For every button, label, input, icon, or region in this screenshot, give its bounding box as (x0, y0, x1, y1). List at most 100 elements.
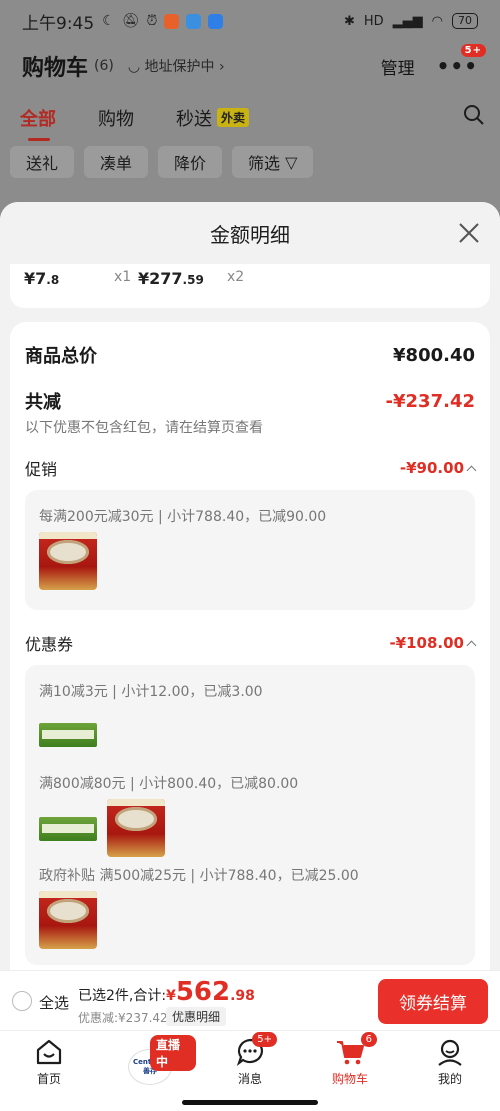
manage-button[interactable]: 管理 (381, 54, 415, 79)
shopping-cart-icon: 6 (335, 1032, 377, 1067)
product-thumbnail-giftbox[interactable] (39, 891, 97, 949)
total-reduction-label: 共减 (25, 392, 61, 413)
filter-more-label: 筛选 (248, 154, 281, 173)
more-badge: 5+ (460, 44, 486, 57)
amount-detail-sheet: 金额明细 ¥ 7 .8 x1 ¥ 277 .59 x2 商品总价 ¥800.40… (0, 202, 500, 1030)
select-all-label[interactable]: 全选 (39, 992, 69, 1013)
coupon-rule: 满10减3元 | 小计12.00，已减3.00 (39, 684, 263, 700)
more-dots-icon: ••• (436, 54, 478, 78)
total-price-row: 商品总价 ¥800.40 (25, 342, 475, 368)
more-button[interactable]: ••• 5+ (436, 44, 486, 78)
coupon-amount: -¥108.00 (389, 634, 464, 652)
dimmed-page-background: 上午9:45 ☾ 🔕︎ ⏰︎ ✱ HD ▂▄▆ ◠ 70 购物车 (6) ◡ 地… (0, 0, 500, 215)
nav-me-label: 我的 (437, 1072, 462, 1086)
item-price-int: 277 (149, 269, 183, 288)
coupon-rule: 满800减80元 | 小计800.40，已减80.00 (39, 776, 299, 792)
takeout-badge: 外卖 (217, 108, 250, 127)
alarm-icon: ⏰︎ (146, 13, 158, 29)
messages-badge: 5+ (252, 1032, 277, 1047)
live-badge: 直播中 (150, 1035, 196, 1071)
amount-detail-card: 商品总价 ¥800.40 共减 -¥237.42 以下优惠不包含红包，请在结算页… (10, 322, 490, 1030)
app-icon-arrow (208, 13, 224, 29)
selected-items-strip: ¥ 7 .8 x1 ¥ 277 .59 x2 (10, 264, 490, 308)
total-reduction-row: 共减 -¥237.42 (25, 388, 475, 414)
bottom-navigation: 首页 Centrum 善存 直播中 5+ 消息 6 购物车 我的 (0, 1030, 500, 1111)
item-qty-1: x1 (114, 269, 132, 285)
nav-messages[interactable]: 5+ 消息 (215, 1032, 285, 1087)
coupon-rule: 政府补贴 满500减25元 | 小计788.40，已减25.00 (39, 868, 359, 884)
cart-count: (6) (94, 58, 114, 74)
filter-price-drop[interactable]: 降价 (158, 146, 223, 178)
checkout-bar: 全选 已选2件,合计: ¥ 562 .98 优惠减:¥237.42 优惠明细 领… (0, 970, 500, 1030)
nav-home[interactable]: 首页 (14, 1037, 84, 1087)
nav-live[interactable]: Centrum 善存 直播中 (126, 1035, 196, 1087)
funnel-icon: ▽ (285, 152, 298, 172)
nav-cart[interactable]: 6 购物车 (315, 1032, 385, 1087)
bluetooth-icon: ✱ (343, 13, 355, 29)
nav-me[interactable]: 我的 (415, 1037, 485, 1087)
promo-rule: 每满200元减30元 | 小计788.40，已减90.00 (39, 509, 327, 525)
chevron-up-icon (466, 640, 477, 650)
coupon-label: 优惠券 (25, 635, 74, 654)
nav-messages-label: 消息 (237, 1072, 262, 1086)
chat-bubble-icon: 5+ (235, 1032, 277, 1067)
status-time: 上午9:45 (22, 13, 95, 34)
tab-flash-delivery[interactable]: 秒送 外卖 (176, 105, 250, 131)
sheet-title: 金额明细 (0, 202, 500, 264)
total-price-label: 商品总价 (25, 346, 97, 367)
item-price-1: ¥ 7 .8 (24, 269, 59, 288)
cart-tabs: 全部 购物 秒送 外卖 (20, 104, 485, 141)
filter-chips: 送礼 凑单 降价 筛选 ▽ (10, 146, 314, 178)
item-price-2: ¥ 277 .59 (138, 269, 204, 288)
page-title: 购物车 (22, 56, 89, 81)
battery-indicator: 70 (452, 13, 478, 29)
cart-header: 购物车 (6) ◡ 地址保护中 › 管理 ••• 5+ (22, 44, 486, 84)
item-yen: ¥ (24, 269, 36, 288)
nav-cart-label: 购物车 (331, 1072, 368, 1086)
search-icon[interactable] (463, 104, 485, 131)
product-thumbnail-capsule[interactable] (39, 705, 97, 763)
item-qty-2: x2 (227, 269, 245, 285)
promo-amount: -¥90.00 (399, 459, 464, 477)
checkout-button[interactable]: 领券结算 (378, 979, 488, 1024)
filter-gift[interactable]: 送礼 (10, 146, 75, 178)
total-yen: ¥ (166, 988, 176, 1004)
product-thumbnail-giftbox[interactable] (39, 532, 97, 590)
wifi-icon: ◠ (431, 13, 443, 29)
select-all-radio[interactable] (12, 991, 32, 1011)
signal-icon: ▂▄▆ (392, 13, 423, 29)
checkout-summary: 已选2件,合计: ¥ 562 .98 (78, 979, 255, 1005)
promo-section-header[interactable]: 促销 -¥90.00 (25, 456, 477, 480)
item-price-dec: .8 (46, 273, 60, 287)
chevron-up-icon (466, 465, 477, 475)
discount-detail-button[interactable]: 优惠明细 (166, 1007, 227, 1026)
item-price-dec: .59 (182, 273, 204, 287)
promo-label: 促销 (25, 460, 58, 479)
checkout-total-dec: .98 (230, 988, 255, 1004)
total-reduction-value: -¥237.42 (385, 390, 475, 412)
total-price-value: ¥800.40 (393, 344, 475, 366)
sheet-title-text: 金额明细 (210, 222, 290, 247)
product-thumbnail-giftbox[interactable] (107, 799, 165, 857)
network-label: HD (363, 13, 384, 29)
app-icon-mi (164, 13, 180, 29)
tab-all[interactable]: 全部 (20, 105, 56, 141)
cart-badge: 6 (360, 1032, 377, 1047)
address-protection[interactable]: ◡ 地址保护中 › (128, 56, 225, 76)
filter-bundle[interactable]: 凑单 (84, 146, 149, 178)
product-thumbnail-capsule[interactable] (39, 799, 97, 857)
close-icon[interactable] (458, 222, 480, 244)
discount-text: 优惠减:¥237.42 (78, 1011, 168, 1025)
tab-shopping[interactable]: 购物 (98, 105, 134, 131)
filter-more[interactable]: 筛选 ▽ (232, 146, 314, 178)
item-yen: ¥ (138, 269, 150, 288)
home-icon (34, 1037, 64, 1067)
checkout-total-int: 562 (175, 977, 231, 1007)
coupon-section-header[interactable]: 优惠券 -¥108.00 (25, 631, 477, 655)
bell-off-icon: 🔕︎ (121, 13, 140, 29)
red-packet-note: 以下优惠不包含红包，请在结算页查看 (25, 420, 263, 436)
item-price-int: 7 (35, 269, 47, 288)
user-icon (435, 1037, 465, 1067)
tab-flash-label: 秒送 (176, 108, 212, 130)
gesture-home-bar[interactable] (182, 1100, 318, 1105)
